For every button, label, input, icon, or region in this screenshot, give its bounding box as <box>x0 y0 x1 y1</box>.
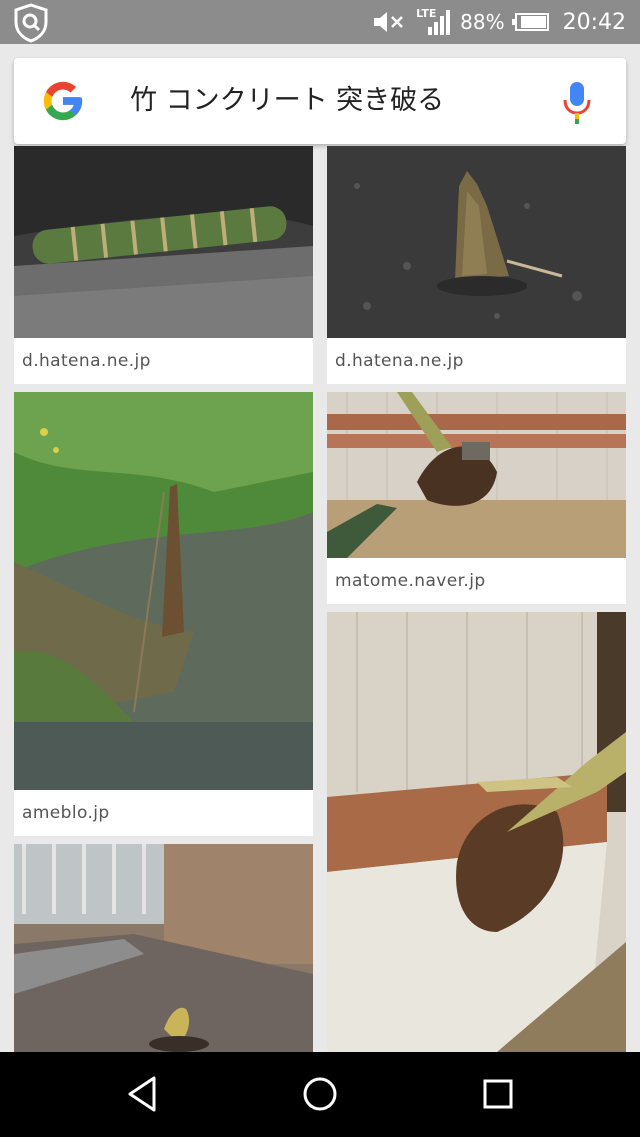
home-icon[interactable] <box>300 1074 340 1114</box>
clock: 20:42 <box>562 9 626 35</box>
battery-icon <box>511 13 549 31</box>
result-source[interactable]: ameblo.jp <box>22 790 110 836</box>
result-image[interactable] <box>14 392 313 790</box>
result-image[interactable] <box>327 146 626 338</box>
battery-percent: 88% <box>460 10 505 34</box>
search-query-text[interactable]: 竹 コンクリート 突き破る <box>130 58 444 144</box>
result-source[interactable]: matome.naver.jp <box>335 558 486 604</box>
result-image[interactable] <box>14 146 313 338</box>
image-result-card[interactable]: d.hatena.ne.jp <box>14 146 313 384</box>
microphone-icon[interactable] <box>562 80 592 124</box>
signal-icon: LTE <box>416 7 452 37</box>
result-source[interactable]: d.hatena.ne.jp <box>335 338 464 384</box>
google-g-logo[interactable] <box>40 78 86 124</box>
image-result-card[interactable]: matome.naver.jp <box>327 392 626 604</box>
search-bar[interactable]: 竹 コンクリート 突き破る <box>14 58 626 144</box>
result-source[interactable]: d.hatena.ne.jp <box>22 338 151 384</box>
result-image[interactable] <box>14 844 313 1052</box>
mute-icon <box>374 12 404 32</box>
image-result-card[interactable] <box>14 844 313 1052</box>
result-image[interactable] <box>327 392 626 558</box>
back-icon[interactable] <box>124 1074 164 1114</box>
shield-search-icon <box>14 3 48 43</box>
recents-icon[interactable] <box>478 1074 518 1114</box>
result-image[interactable] <box>327 612 626 1052</box>
image-result-card[interactable]: d.hatena.ne.jp <box>327 146 626 384</box>
status-bar: LTE 88% 20:42 <box>0 0 640 44</box>
image-result-card[interactable]: ameblo.jp <box>14 392 313 836</box>
image-result-card[interactable] <box>327 612 626 1052</box>
navigation-bar <box>0 1052 640 1137</box>
